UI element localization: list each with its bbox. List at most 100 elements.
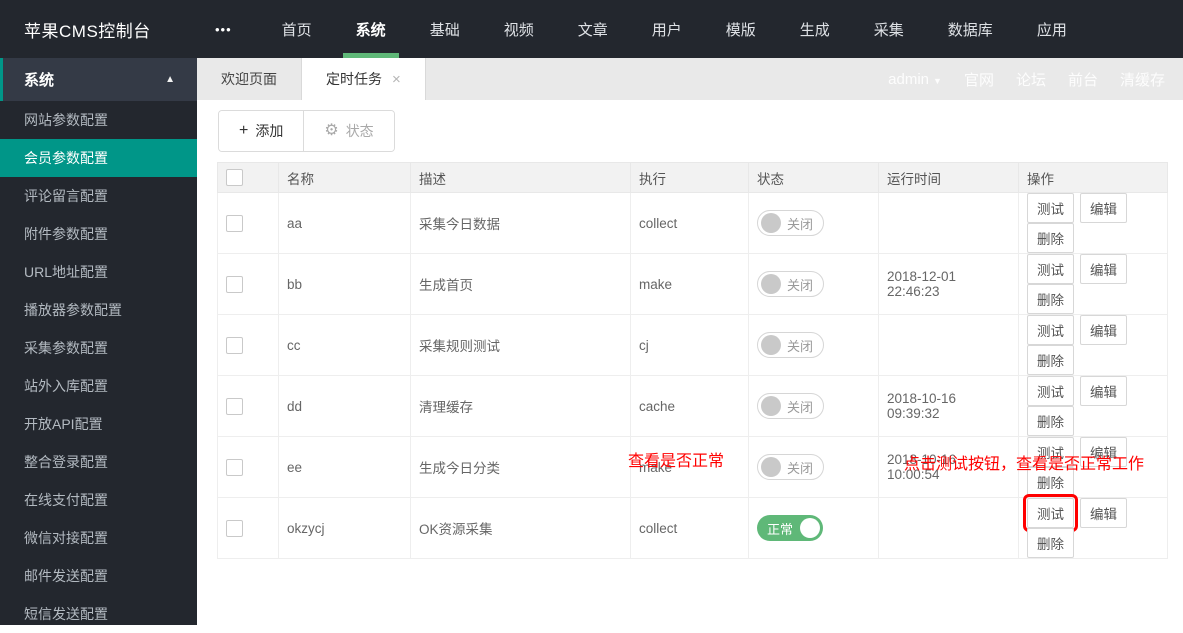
cell-exec: cj <box>630 314 749 376</box>
cell-name: cc <box>278 314 411 376</box>
status-toggle[interactable]: 关闭 <box>757 210 825 236</box>
sidebar-item-wechat-config[interactable]: 微信对接配置 <box>0 519 197 557</box>
test-button[interactable]: 测试 <box>1027 193 1074 223</box>
cell-desc: OK资源采集 <box>410 497 631 559</box>
toggle-knob <box>761 335 781 355</box>
row-checkbox[interactable] <box>226 214 243 232</box>
row-checkbox[interactable] <box>226 458 243 476</box>
annotation-status-note: 查看是否正常 <box>628 453 725 470</box>
nav-item-system[interactable]: 系统 <box>342 0 399 58</box>
tab-welcome-label: 欢迎页面 <box>221 71 277 87</box>
test-button[interactable]: 测试 <box>1027 376 1074 406</box>
delete-button[interactable]: 删除 <box>1027 406 1074 436</box>
nav-item-apps[interactable]: 应用 <box>1024 0 1080 58</box>
row-checkbox[interactable] <box>226 275 243 293</box>
tab-welcome[interactable]: 欢迎页面 <box>197 58 302 100</box>
row-checkbox[interactable] <box>226 336 243 354</box>
sidebar-item-offsite-config[interactable]: 站外入库配置 <box>0 367 197 405</box>
sidebar-item-comment-config[interactable]: 评论留言配置 <box>0 177 197 215</box>
link-official-site[interactable]: 官网 <box>964 69 994 90</box>
status-toggle[interactable]: 正常 <box>757 515 824 541</box>
status-toggle[interactable]: 关闭 <box>757 393 825 419</box>
sidebar-item-url-config[interactable]: URL地址配置 <box>0 253 197 291</box>
sidebar-item-email-config[interactable]: 邮件发送配置 <box>0 557 197 595</box>
sidebar-group-system[interactable]: 系统 ▲ <box>0 58 197 101</box>
nav-item-collect[interactable]: 采集 <box>861 0 917 58</box>
sidebar-group-label: 系统 <box>24 72 55 89</box>
tab-scheduled-tasks-label: 定时任务 <box>326 71 382 87</box>
main-area: 欢迎页面 定时任务 × admin ▼ 官网 论坛 前台 清缓存 + 添加 ⚙ 状… <box>197 58 1183 625</box>
chevron-down-icon: ▼ <box>933 75 942 86</box>
nav-item-video[interactable]: 视频 <box>491 0 547 58</box>
edit-button[interactable]: 编辑 <box>1080 376 1127 406</box>
delete-button[interactable]: 删除 <box>1027 345 1074 375</box>
tasks-table: 名称 描述 执行 状态 运行时间 操作 aa 采集今日数据 collect 关闭 <box>217 162 1168 559</box>
edit-button[interactable]: 编辑 <box>1080 315 1127 345</box>
collapse-arrow-icon[interactable]: ▲ <box>165 74 175 85</box>
edit-button[interactable]: 编辑 <box>1080 498 1127 528</box>
col-header-status: 状态 <box>748 162 879 193</box>
toggle-knob <box>761 457 781 477</box>
table-header-row: 名称 描述 执行 状态 运行时间 操作 <box>217 162 1168 193</box>
cell-desc: 清理缓存 <box>410 375 631 437</box>
cell-exec: collect <box>630 192 749 254</box>
sidebar-item-login-config[interactable]: 整合登录配置 <box>0 443 197 481</box>
cell-desc: 采集规则测试 <box>410 314 631 376</box>
sidebar-item-collect-config[interactable]: 采集参数配置 <box>0 329 197 367</box>
col-header-name: 名称 <box>278 162 411 193</box>
delete-button[interactable]: 删除 <box>1027 528 1074 558</box>
status-toggle[interactable]: 关闭 <box>757 271 825 297</box>
edit-button[interactable]: 编辑 <box>1080 254 1127 284</box>
test-button-highlighted[interactable]: 测试 <box>1023 494 1078 532</box>
row-checkbox[interactable] <box>226 397 243 415</box>
sidebar-item-member-params[interactable]: 会员参数配置 <box>0 139 197 177</box>
status-button[interactable]: ⚙ 状态 <box>303 111 394 151</box>
test-button[interactable]: 测试 <box>1027 254 1074 284</box>
content-panel: + 添加 ⚙ 状态 名称 描述 执行 状态 运行时间 操作 aa 采集今日数据 … <box>197 100 1183 625</box>
row-checkbox[interactable] <box>226 519 243 537</box>
sidebar-item-payment-config[interactable]: 在线支付配置 <box>0 481 197 519</box>
test-button[interactable]: 测试 <box>1027 315 1074 345</box>
close-icon[interactable]: × <box>392 71 401 88</box>
nav-item-template[interactable]: 模版 <box>713 0 769 58</box>
nav-item-basic[interactable]: 基础 <box>417 0 473 58</box>
menu-dots-icon[interactable]: ••• <box>205 22 242 37</box>
nav-item-article[interactable]: 文章 <box>565 0 621 58</box>
sidebar-item-open-api-config[interactable]: 开放API配置 <box>0 405 197 443</box>
col-header-desc: 描述 <box>410 162 631 193</box>
sidebar-item-attachment-config[interactable]: 附件参数配置 <box>0 215 197 253</box>
status-toggle[interactable]: 关闭 <box>757 332 825 358</box>
sidebar-item-player-config[interactable]: 播放器参数配置 <box>0 291 197 329</box>
select-all-checkbox[interactable] <box>226 169 243 186</box>
sidebar-item-sms-config[interactable]: 短信发送配置 <box>0 595 197 633</box>
add-button[interactable]: + 添加 <box>219 111 304 151</box>
link-clear-cache[interactable]: 清缓存 <box>1120 69 1165 90</box>
edit-button[interactable]: 编辑 <box>1080 193 1127 223</box>
table-row: okzycj OK资源采集 collect 正常 测试 编辑删除 <box>217 494 1168 559</box>
delete-button[interactable]: 删除 <box>1027 223 1074 253</box>
sidebar-item-site-params[interactable]: 网站参数配置 <box>0 101 197 139</box>
plus-icon: + <box>239 122 249 139</box>
toolbar: + 添加 ⚙ 状态 <box>218 110 395 152</box>
nav-item-home[interactable]: 首页 <box>269 0 325 58</box>
top-menu: 首页 系统 基础 视频 文章 用户 模版 生成 采集 数据库 应用 <box>260 0 1089 58</box>
cell-name: bb <box>278 253 411 315</box>
col-header-runtime: 运行时间 <box>878 162 1019 193</box>
cell-runtime <box>878 192 1019 254</box>
toggle-knob <box>800 518 821 538</box>
link-frontend[interactable]: 前台 <box>1068 69 1098 90</box>
tab-scheduled-tasks[interactable]: 定时任务 × <box>302 58 426 100</box>
cell-name: okzycj <box>278 497 411 559</box>
nav-item-generate[interactable]: 生成 <box>787 0 843 58</box>
nav-item-user[interactable]: 用户 <box>639 0 695 58</box>
cell-name: aa <box>278 192 411 254</box>
link-forum[interactable]: 论坛 <box>1016 69 1046 90</box>
user-bar: admin ▼ 官网 论坛 前台 清缓存 <box>888 58 1165 100</box>
annotation-test-note: 点击测试按钮，查看是否正常工作 <box>904 456 1145 473</box>
cell-desc: 采集今日数据 <box>410 192 631 254</box>
tab-bar: 欢迎页面 定时任务 × admin ▼ 官网 论坛 前台 清缓存 <box>197 58 1183 100</box>
user-dropdown[interactable]: admin ▼ <box>888 71 942 88</box>
nav-item-database[interactable]: 数据库 <box>935 0 1006 58</box>
delete-button[interactable]: 删除 <box>1027 284 1074 314</box>
status-toggle[interactable]: 关闭 <box>757 454 825 480</box>
